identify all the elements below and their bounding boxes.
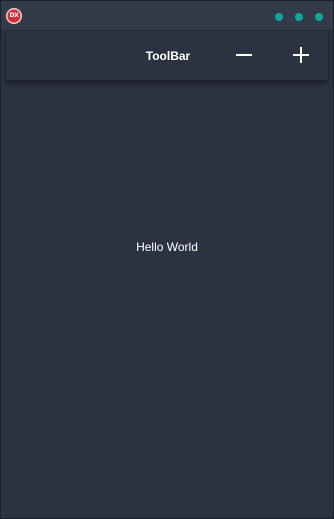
window-dot-3[interactable] [315, 13, 323, 21]
title-bar[interactable]: DX [1, 1, 333, 31]
app-logo-icon: DX [6, 8, 22, 24]
toolbar-title: ToolBar [145, 49, 191, 63]
toolbar: ToolBar [6, 31, 328, 80]
window-dot-1[interactable] [275, 13, 283, 21]
minus-button[interactable] [232, 43, 256, 67]
app-window: DX ToolBar Hello World [0, 0, 334, 519]
window-dot-2[interactable] [295, 13, 303, 21]
hello-world-label: Hello World [136, 240, 198, 254]
plus-button[interactable] [289, 43, 313, 67]
